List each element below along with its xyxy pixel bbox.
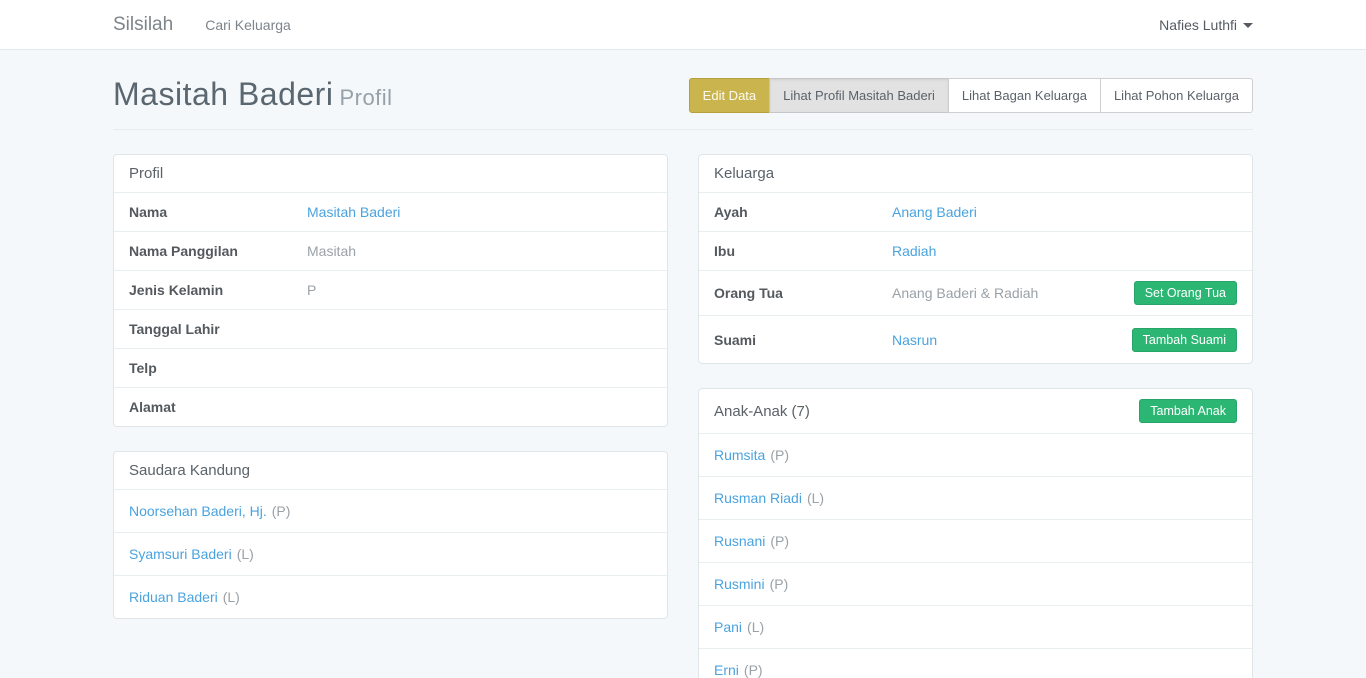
view-family-chart-button[interactable]: Lihat Bagan Keluarga [948, 78, 1101, 113]
family-row-orang-tua: Orang Tua Anang Baderi & Radiah Set Oran… [699, 270, 1252, 315]
gender-label: (L) [747, 619, 764, 635]
person-name-heading: Masitah Baderi [113, 76, 333, 112]
navbar: Silsilah Cari Keluarga Nafies Luthfi [0, 0, 1366, 50]
profile-panel: Profil Nama Masitah Baderi Nama Panggila… [113, 154, 668, 427]
siblings-panel: Saudara Kandung Noorsehan Baderi, Hj. (P… [113, 451, 668, 619]
profile-row-jenis-kelamin: Jenis Kelamin P [114, 270, 667, 309]
siblings-panel-title: Saudara Kandung [114, 452, 667, 489]
brand-link[interactable]: Silsilah [113, 14, 173, 36]
child-list-item: Rusman Riadi (L) [699, 476, 1252, 519]
person-link[interactable]: Noorsehan Baderi, Hj. [129, 503, 267, 519]
child-list-item: Rumsita (P) [699, 433, 1252, 476]
profile-row-nama: Nama Masitah Baderi [114, 192, 667, 231]
left-column: Profil Nama Masitah Baderi Nama Panggila… [113, 154, 668, 643]
person-link[interactable]: Rusnani [714, 533, 765, 549]
page-title: Masitah BaderiProfil [113, 76, 393, 113]
right-column: Keluarga Ayah Anang Baderi Ibu Radiah Or… [698, 154, 1253, 678]
profile-panel-title: Profil [114, 155, 667, 192]
children-panel-header: Anak-Anak (7) Tambah Anak [699, 389, 1252, 433]
chevron-down-icon [1243, 23, 1253, 28]
page-subtitle: Profil [339, 85, 392, 110]
person-link[interactable]: Masitah Baderi [307, 204, 400, 220]
person-link[interactable]: Anang Baderi [892, 204, 977, 220]
person-link[interactable]: Syamsuri Baderi [129, 546, 232, 562]
sibling-list-item: Riduan Baderi (L) [114, 575, 667, 618]
child-list-item: Erni (P) [699, 648, 1252, 678]
view-family-tree-button[interactable]: Lihat Pohon Keluarga [1100, 78, 1253, 113]
user-menu-dropdown[interactable]: Nafies Luthfi [1159, 17, 1253, 33]
person-link[interactable]: Rusmini [714, 576, 765, 592]
gender-label: (P) [770, 533, 789, 549]
person-link[interactable]: Nasrun [892, 332, 937, 348]
edit-data-button[interactable]: Edit Data [689, 78, 770, 113]
person-link[interactable]: Riduan Baderi [129, 589, 218, 605]
gender-label: (P) [744, 662, 763, 678]
gender-label: (L) [807, 490, 824, 506]
person-link[interactable]: Radiah [892, 243, 936, 259]
child-list-item: Rusmini (P) [699, 562, 1252, 605]
profile-row-alamat: Alamat [114, 387, 667, 426]
children-panel: Anak-Anak (7) Tambah Anak Rumsita (P) Ru… [698, 388, 1253, 678]
sibling-list-item: Noorsehan Baderi, Hj. (P) [114, 489, 667, 532]
child-list-item: Pani (L) [699, 605, 1252, 648]
person-link[interactable]: Rumsita [714, 447, 765, 463]
family-row-suami: Suami Nasrun Tambah Suami [699, 315, 1252, 363]
sibling-list-item: Syamsuri Baderi (L) [114, 532, 667, 575]
gender-label: (P) [272, 503, 291, 519]
family-row-ayah: Ayah Anang Baderi [699, 192, 1252, 231]
gender-label: (L) [237, 546, 254, 562]
person-link[interactable]: Rusman Riadi [714, 490, 802, 506]
family-panel-title: Keluarga [699, 155, 1252, 192]
profile-row-tanggal-lahir: Tanggal Lahir [114, 309, 667, 348]
tambah-anak-button[interactable]: Tambah Anak [1139, 399, 1237, 423]
view-profile-button[interactable]: Lihat Profil Masitah Baderi [769, 78, 949, 113]
profile-row-nama-panggilan: Nama Panggilan Masitah [114, 231, 667, 270]
family-panel: Keluarga Ayah Anang Baderi Ibu Radiah Or… [698, 154, 1253, 364]
header-divider [113, 129, 1253, 130]
user-name: Nafies Luthfi [1159, 17, 1237, 33]
set-orang-tua-button[interactable]: Set Orang Tua [1134, 281, 1237, 305]
profile-row-telp: Telp [114, 348, 667, 387]
tambah-suami-button[interactable]: Tambah Suami [1132, 328, 1237, 352]
gender-label: (L) [223, 589, 240, 605]
children-panel-title: Anak-Anak (7) [714, 403, 810, 420]
child-list-item: Rusnani (P) [699, 519, 1252, 562]
gender-label: (P) [770, 447, 789, 463]
nav-item-cari-keluarga[interactable]: Cari Keluarga [205, 17, 291, 33]
family-row-ibu: Ibu Radiah [699, 231, 1252, 270]
person-link[interactable]: Pani [714, 619, 742, 635]
person-link[interactable]: Erni [714, 662, 739, 678]
profile-action-button-group: Edit Data Lihat Profil Masitah Baderi Li… [689, 78, 1253, 113]
gender-label: (P) [770, 576, 789, 592]
